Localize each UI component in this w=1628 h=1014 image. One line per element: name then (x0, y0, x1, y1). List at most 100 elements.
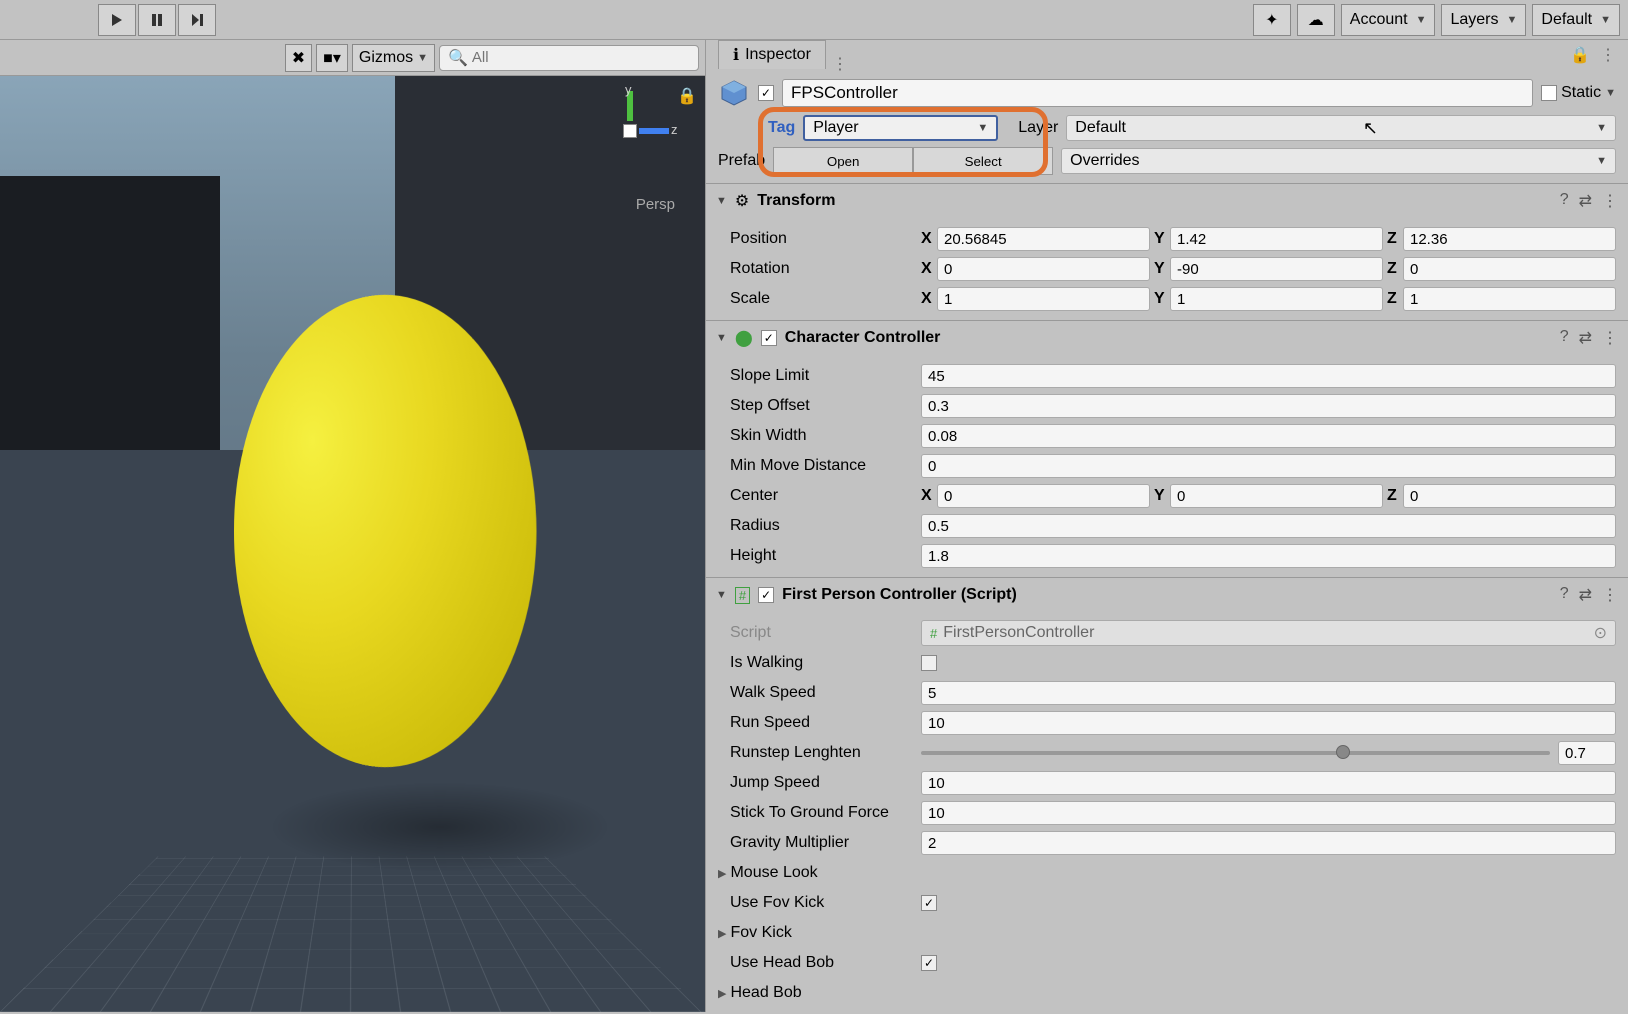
panel-menu-icon[interactable]: ⋮ (832, 54, 848, 74)
script-field[interactable]: #FirstPersonController (921, 620, 1616, 646)
is-walking-checkbox[interactable] (921, 655, 937, 671)
transform-icon: ⚙ (735, 191, 749, 211)
charctrl-header[interactable]: ▼ ⬤ Character Controller ?⇄⋮ (706, 321, 1628, 355)
play-button[interactable] (98, 4, 136, 36)
scene-building (0, 176, 220, 456)
step-button[interactable] (178, 4, 216, 36)
layers-dropdown[interactable]: Layers▼ (1441, 4, 1526, 36)
center-z-input[interactable] (1403, 484, 1616, 508)
prefab-open-button[interactable]: Open (773, 147, 913, 175)
use-fov-checkbox[interactable] (921, 895, 937, 911)
stick-input[interactable] (921, 801, 1616, 825)
step-offset-label: Step Offset (718, 397, 913, 415)
gizmo-z-axis[interactable] (639, 128, 669, 134)
scale-x-input[interactable] (937, 287, 1150, 311)
jump-speed-input[interactable] (921, 771, 1616, 795)
cloud-icon-button[interactable]: ☁ (1297, 4, 1335, 36)
pause-button[interactable] (138, 4, 176, 36)
rotation-x-input[interactable] (937, 257, 1150, 281)
stick-label: Stick To Ground Force (718, 804, 913, 822)
active-checkbox[interactable] (758, 85, 774, 101)
foldout-icon[interactable]: ▶ (718, 987, 726, 1000)
scene-view[interactable]: 🔒 y z Persp (0, 76, 705, 1012)
transform-component: ▼ ⚙ Transform ?⇄⋮ Position X Y Z Rotatio… (706, 183, 1628, 320)
info-icon: ℹ (733, 45, 739, 65)
fps-enabled-checkbox[interactable] (758, 587, 774, 603)
center-y-input[interactable] (1170, 484, 1383, 508)
gizmo-center[interactable] (623, 124, 637, 138)
fps-header[interactable]: ▼ # First Person Controller (Script) ?⇄⋮ (706, 578, 1628, 612)
runstep-slider[interactable] (921, 751, 1550, 755)
min-move-input[interactable] (921, 454, 1616, 478)
slider-thumb[interactable] (1336, 745, 1350, 759)
layout-dropdown[interactable]: Default▼ (1532, 4, 1620, 36)
skin-width-label: Skin Width (718, 427, 913, 445)
rotation-y-input[interactable] (1170, 257, 1383, 281)
menu-icon[interactable]: ⋮ (1602, 191, 1618, 211)
gameobject-icon[interactable] (718, 77, 750, 109)
static-label: Static (1561, 84, 1601, 102)
scene-search-input[interactable] (472, 49, 690, 66)
preset-icon[interactable]: ⇄ (1579, 191, 1592, 211)
prefab-select-button[interactable]: Select (913, 147, 1053, 175)
scene-search[interactable]: 🔍 (439, 45, 699, 71)
center-x-input[interactable] (937, 484, 1150, 508)
run-speed-input[interactable] (921, 711, 1616, 735)
radius-input[interactable] (921, 514, 1616, 538)
height-label: Height (718, 547, 913, 565)
fov-kick-foldout[interactable]: Fov Kick (730, 924, 791, 942)
lock-icon[interactable]: 🔒 (677, 86, 697, 106)
step-offset-input[interactable] (921, 394, 1616, 418)
foldout-icon[interactable]: ▼ (716, 589, 727, 601)
rotation-z-input[interactable] (1403, 257, 1616, 281)
slope-limit-input[interactable] (921, 364, 1616, 388)
account-dropdown[interactable]: Account▼ (1341, 4, 1436, 36)
preset-icon[interactable]: ⇄ (1579, 585, 1592, 605)
help-icon[interactable]: ? (1560, 191, 1569, 211)
layer-label: Layer (1018, 119, 1058, 137)
menu-icon[interactable]: ⋮ (1602, 328, 1618, 348)
lock-icon[interactable]: 🔒 (1570, 45, 1590, 65)
panel-menu-icon[interactable]: ⋮ (1600, 45, 1616, 65)
menu-icon[interactable]: ⋮ (1602, 585, 1618, 605)
scene-camera-button[interactable]: ■▾ (316, 44, 348, 72)
foldout-icon[interactable]: ▶ (718, 867, 726, 880)
height-input[interactable] (921, 544, 1616, 568)
inspector-tab[interactable]: ℹ Inspector (718, 40, 826, 69)
scale-y-input[interactable] (1170, 287, 1383, 311)
foldout-icon[interactable]: ▼ (716, 332, 727, 344)
overrides-dropdown[interactable]: Overrides▼ (1061, 148, 1616, 174)
scale-z-input[interactable] (1403, 287, 1616, 311)
gameobject-name-input[interactable] (782, 79, 1533, 107)
runstep-value[interactable]: 0.7 (1558, 741, 1616, 765)
use-head-bob-checkbox[interactable] (921, 955, 937, 971)
orientation-gizmo[interactable]: y z (585, 86, 675, 176)
preset-icon[interactable]: ⇄ (1579, 328, 1592, 348)
position-y-input[interactable] (1170, 227, 1383, 251)
walk-speed-input[interactable] (921, 681, 1616, 705)
foldout-icon[interactable]: ▶ (718, 927, 726, 940)
gravity-input[interactable] (921, 831, 1616, 855)
foldout-icon[interactable]: ▼ (716, 195, 727, 207)
walk-speed-label: Walk Speed (718, 684, 913, 702)
slope-limit-label: Slope Limit (718, 367, 913, 385)
perspective-label[interactable]: Persp (636, 196, 675, 213)
tag-dropdown[interactable]: Player▼ (803, 115, 998, 141)
transform-header[interactable]: ▼ ⚙ Transform ?⇄⋮ (706, 184, 1628, 218)
help-icon[interactable]: ? (1560, 585, 1569, 605)
scene-tool-button[interactable]: ✖ (285, 44, 312, 72)
help-icon[interactable]: ? (1560, 328, 1569, 348)
charctrl-enabled-checkbox[interactable] (761, 330, 777, 346)
position-z-input[interactable] (1403, 227, 1616, 251)
position-x-input[interactable] (937, 227, 1150, 251)
skin-width-input[interactable] (921, 424, 1616, 448)
inspector-tab-label: Inspector (745, 46, 811, 64)
static-checkbox[interactable] (1541, 85, 1557, 101)
layer-dropdown[interactable]: Default▼ (1066, 115, 1616, 141)
head-bob-foldout[interactable]: Head Bob (730, 984, 801, 1002)
script-label: Script (718, 624, 913, 642)
static-dropdown-icon[interactable]: ▼ (1605, 87, 1616, 99)
gizmos-dropdown[interactable]: Gizmos ▼ (352, 44, 435, 72)
mouse-look-foldout[interactable]: Mouse Look (730, 864, 817, 882)
collab-icon-button[interactable]: ✦ (1253, 4, 1291, 36)
